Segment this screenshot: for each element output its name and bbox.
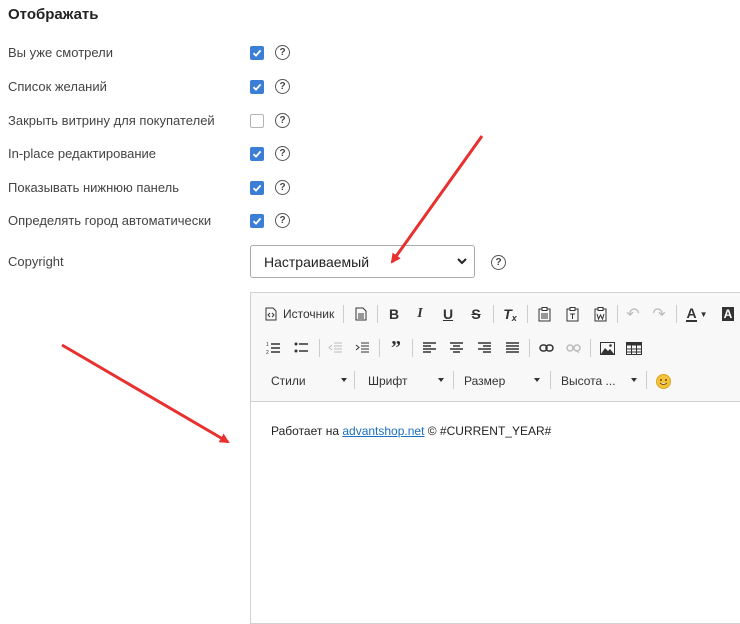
source-icon (265, 307, 277, 321)
paste-word-icon[interactable] (590, 304, 610, 324)
numbered-list-icon[interactable]: 12 (263, 338, 283, 358)
help-icon[interactable]: ? (275, 113, 290, 128)
remove-format-icon[interactable]: Tx (500, 304, 520, 324)
help-icon[interactable]: ? (275, 79, 290, 94)
wishlist-checkbox[interactable] (250, 80, 264, 94)
table-icon[interactable] (624, 338, 644, 358)
blockquote-icon[interactable]: ” (386, 337, 406, 359)
chevron-down-icon (438, 378, 444, 382)
chevron-down-icon (341, 378, 347, 382)
align-left-icon[interactable] (419, 338, 439, 358)
underline-icon[interactable]: U (438, 304, 458, 324)
styles-combo[interactable]: Стили (271, 371, 347, 391)
unlink-icon[interactable] (563, 338, 583, 358)
background-color-icon[interactable]: A (718, 304, 738, 324)
font-combo-label: Шрифт (368, 374, 408, 388)
italic-icon[interactable]: I (410, 304, 430, 324)
annotation-arrow-to-editor (61, 343, 230, 444)
emoji-icon[interactable] (653, 371, 673, 391)
paste-icon[interactable] (534, 304, 554, 324)
setting-row-close-storefront: Закрыть витрину для покупателей ? (0, 109, 740, 133)
setting-label: Определять город автоматически (8, 213, 212, 228)
svg-text:2: 2 (266, 350, 269, 355)
line-height-combo[interactable]: Высота ... (561, 371, 637, 391)
setting-row-inplace-editing: In-place редактирование ? (0, 142, 740, 166)
bulleted-list-icon[interactable] (291, 338, 311, 358)
recently-viewed-checkbox[interactable] (250, 46, 264, 60)
content-suffix: © #CURRENT_YEAR# (424, 424, 552, 438)
rich-text-editor: Источник B I U S Tx ↶ ↷ A ▼ A 1 2 ” Стил… (250, 292, 740, 624)
close-storefront-checkbox[interactable] (250, 114, 264, 128)
setting-label: Закрыть витрину для покупателей (8, 113, 215, 128)
auto-city-checkbox[interactable] (250, 214, 264, 228)
chevron-down-icon (534, 378, 540, 382)
chevron-down-icon (631, 378, 637, 382)
advantshop-link[interactable]: advantshop.net (342, 424, 424, 438)
bold-icon[interactable]: B (384, 304, 404, 324)
setting-label: Список желаний (8, 79, 107, 94)
setting-row-bottom-panel: Показывать нижнюю панель ? (0, 176, 740, 200)
setting-row-auto-city: Определять город автоматически ? (0, 209, 740, 233)
help-icon[interactable]: ? (275, 45, 290, 60)
help-icon[interactable]: ? (491, 255, 506, 270)
undo-icon[interactable]: ↶ (623, 304, 643, 324)
chevron-down-icon (457, 258, 467, 265)
editor-content[interactable]: Работает на advantshop.net © #CURRENT_YE… (271, 424, 551, 438)
indent-icon[interactable] (352, 338, 372, 358)
styles-combo-label: Стили (271, 374, 306, 388)
copyright-select-value: Настраиваемый (264, 254, 370, 270)
text-color-icon[interactable]: A ▼ (683, 304, 711, 324)
help-icon[interactable]: ? (275, 213, 290, 228)
image-icon[interactable] (597, 338, 617, 358)
align-justify-icon[interactable] (502, 338, 522, 358)
source-button[interactable]: Источник (265, 304, 334, 324)
copyright-label: Copyright (8, 254, 64, 269)
inplace-editing-checkbox[interactable] (250, 147, 264, 161)
new-page-icon[interactable] (351, 304, 371, 324)
editor-toolbar: Источник B I U S Tx ↶ ↷ A ▼ A 1 2 ” Стил… (251, 293, 740, 402)
redo-icon[interactable]: ↷ (649, 304, 669, 324)
setting-row-wishlist: Список желаний ? (0, 75, 740, 99)
line-height-combo-label: Высота ... (561, 374, 616, 388)
setting-row-recently-viewed: Вы уже смотрели ? (0, 41, 740, 65)
strikethrough-icon[interactable]: S (466, 304, 486, 324)
bottom-panel-checkbox[interactable] (250, 181, 264, 195)
help-icon[interactable]: ? (275, 146, 290, 161)
section-title: Отображать (8, 6, 99, 23)
copyright-select[interactable]: Настраиваемый (250, 245, 475, 278)
paste-text-icon[interactable] (562, 304, 582, 324)
font-combo[interactable]: Шрифт (368, 371, 444, 391)
source-label: Источник (283, 307, 335, 321)
setting-label: Показывать нижнюю панель (8, 180, 180, 195)
svg-text:1: 1 (266, 342, 269, 348)
outdent-icon[interactable] (325, 338, 345, 358)
align-center-icon[interactable] (446, 338, 466, 358)
setting-label: Вы уже смотрели (8, 45, 114, 60)
setting-label: In-place редактирование (8, 146, 157, 161)
size-combo[interactable]: Размер (464, 371, 540, 391)
align-right-icon[interactable] (474, 338, 494, 358)
size-combo-label: Размер (464, 374, 506, 388)
help-icon[interactable]: ? (275, 180, 290, 195)
link-icon[interactable] (536, 338, 556, 358)
content-prefix: Работает на (271, 424, 343, 438)
